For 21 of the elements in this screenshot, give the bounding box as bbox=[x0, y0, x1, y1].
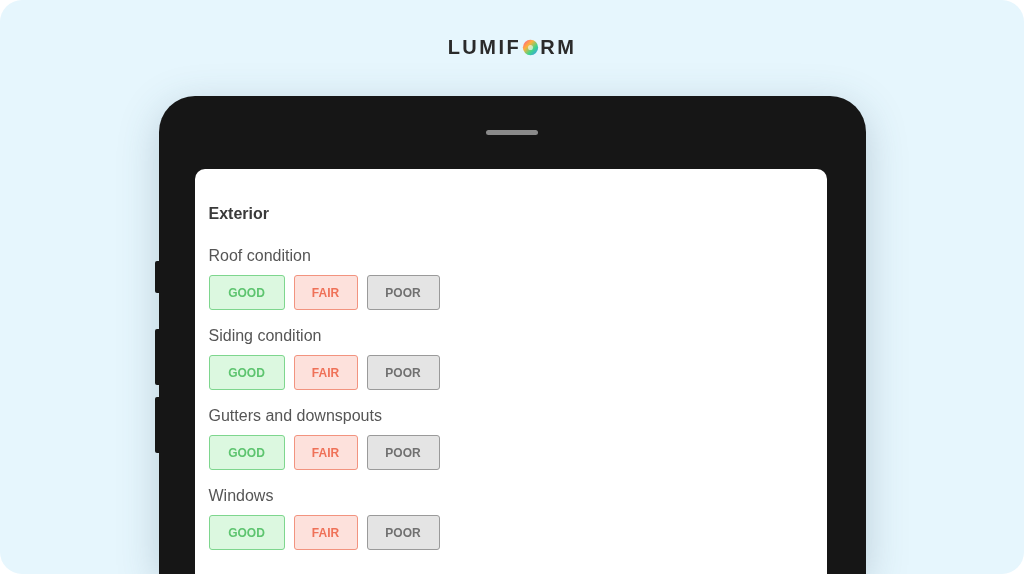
rating-button[interactable]: FAIR bbox=[293, 355, 358, 390]
question-label: Siding condition bbox=[208, 327, 323, 345]
logo-text: RM bbox=[540, 36, 577, 59]
speaker-slot bbox=[486, 130, 538, 135]
rating-button[interactable]: GOOD bbox=[208, 355, 285, 390]
section-title: Exterior bbox=[208, 205, 270, 223]
rating-button[interactable]: FAIR bbox=[293, 275, 358, 310]
logo-icon bbox=[522, 39, 540, 56]
rating-button[interactable]: POOR bbox=[366, 355, 440, 390]
rating-button[interactable]: FAIR bbox=[293, 515, 358, 550]
rating-button[interactable]: GOOD bbox=[208, 275, 285, 310]
rating-button[interactable]: POOR bbox=[366, 435, 440, 470]
rating-button[interactable]: GOOD bbox=[208, 435, 285, 470]
question-label: Gutters and downspouts bbox=[208, 407, 383, 425]
question-label: Roof condition bbox=[208, 247, 312, 265]
question-label: Windows bbox=[208, 487, 275, 505]
rating-button[interactable]: POOR bbox=[366, 515, 440, 550]
logo-text: LUMIF bbox=[447, 36, 522, 59]
rating-button[interactable]: FAIR bbox=[293, 435, 358, 470]
rating-button[interactable]: GOOD bbox=[208, 515, 285, 550]
rating-button[interactable]: POOR bbox=[366, 275, 440, 310]
